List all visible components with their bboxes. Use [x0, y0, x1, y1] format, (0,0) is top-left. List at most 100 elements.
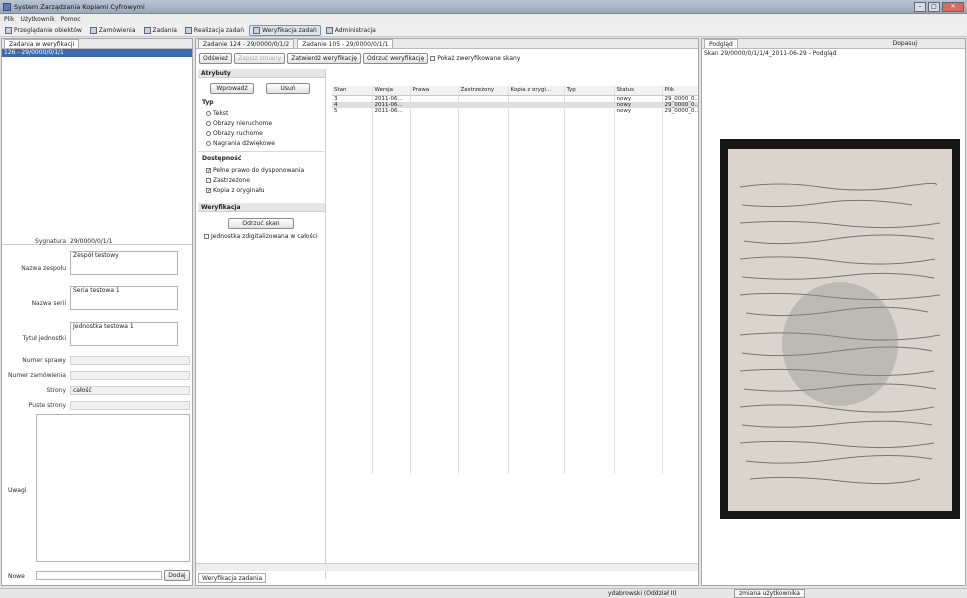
zoom-select[interactable]: Dopasuj	[893, 40, 917, 47]
table-cell	[332, 467, 373, 474]
zapisz-button[interactable]: Zapisz zmiany	[234, 53, 286, 64]
menu-plik[interactable]: Plik	[4, 16, 14, 23]
horizontal-scrollbar[interactable]	[196, 563, 698, 571]
odswiez-button[interactable]: Odśwież	[199, 53, 233, 64]
zastrzezone-checkbox[interactable]: Zastrzeżone	[206, 177, 250, 184]
table-header: Stan Wersja Prawa Zastrzeżony Kopia z or…	[332, 86, 698, 96]
table-cell	[614, 467, 663, 474]
tab-zadanie-105[interactable]: Zadanie 105 - 29/0000/0/1/1	[297, 39, 394, 48]
maximize-button[interactable]: □	[928, 2, 940, 12]
puste-field[interactable]	[70, 401, 190, 410]
zespol-field[interactable]: Zespół testowy	[70, 251, 178, 275]
toolbar-realization-button[interactable]: Realizacja zadań	[182, 25, 247, 36]
table-cell: 29_0000_0...	[662, 101, 698, 108]
dodaj-button[interactable]: Dodaj	[164, 570, 190, 581]
pokaz-checkbox[interactable]: Pokaż zweryfikowane skany	[430, 55, 520, 62]
main-toolbar: Przeglądanie obiektów Zamówienia Zadania…	[0, 24, 967, 37]
scan-preview-image[interactable]	[720, 139, 960, 519]
typ-obrazy-nieruchome-radio[interactable]: Obrazy nieruchome	[206, 120, 272, 127]
action-bar: Odśwież Zapisz zmiany Zatwierdź weryfika…	[199, 53, 520, 64]
tab-weryfikacja-zadania[interactable]: Weryfikacja zadania	[198, 573, 267, 583]
close-button[interactable]: ✕	[942, 2, 964, 12]
jednostka-label: Tytuł jednostki	[22, 335, 66, 342]
window-title: System Zarządzania Kopiami Cyfrowymi	[14, 3, 145, 11]
tab-podglad[interactable]: Podgląd	[704, 39, 738, 48]
right-panel: Podgląd Dopasuj Skan 29/0000/0/1/1/4_201…	[701, 38, 966, 586]
left-tabstrip: Zadania w weryfikacji	[2, 39, 192, 49]
seria-field[interactable]: Seria testowa 1	[70, 286, 178, 310]
checkbox-icon	[430, 56, 436, 61]
table-cell	[372, 467, 411, 474]
nowe-input[interactable]	[36, 571, 162, 580]
col-prawa[interactable]: Prawa	[410, 86, 459, 96]
title-bar: System Zarządzania Kopiami Cyfrowymi – □…	[0, 0, 967, 14]
sprawa-field[interactable]	[70, 356, 190, 365]
jednostka-field[interactable]: Jednostka testowa 1	[70, 322, 178, 346]
toolbar-tasks-button[interactable]: Zadania	[141, 25, 180, 36]
weryfikacja-title: Weryfikacja	[198, 203, 325, 212]
checkbox-icon	[206, 178, 211, 183]
col-plik[interactable]: Plik	[662, 86, 698, 96]
radio-icon	[206, 111, 211, 116]
seria-label: Nazwa serii	[31, 300, 66, 307]
change-user-button[interactable]: zmiana użytkownika	[734, 589, 805, 598]
table-cell	[662, 467, 698, 474]
browse-icon	[5, 26, 12, 34]
toolbar-verification-button[interactable]: Weryfikacja zadań	[249, 24, 321, 36]
kopia-checkbox[interactable]: ✓ Kopia z oryginału	[206, 187, 265, 194]
menu-uzytkownik[interactable]: Użytkownik	[20, 16, 54, 23]
tab-zadania-w-weryfikacji[interactable]: Zadania w weryfikacji	[4, 39, 80, 48]
radio-icon	[206, 131, 211, 136]
uwagi-textarea[interactable]	[36, 414, 190, 562]
zamowienie-field[interactable]	[70, 371, 190, 380]
col-typ[interactable]: Typ	[564, 86, 615, 96]
left-panel: Zadania w weryfikacji 126 - 29/0000/0/1/…	[1, 38, 193, 586]
odrzuc-weryfikacje-button[interactable]: Odrzuć weryfikację	[362, 53, 429, 64]
orders-icon	[89, 26, 97, 34]
table-cell: 29_0000_0...	[662, 95, 698, 102]
table-cell	[508, 467, 565, 474]
menu-pomoc[interactable]: Pomoc	[61, 16, 81, 23]
toolbar-browse-button[interactable]: Przeglądanie obiektów	[2, 25, 85, 36]
tab-zadanie-124[interactable]: Zadanie 124 - 29/0000/0/1/2	[198, 39, 295, 48]
verification-icon	[253, 26, 261, 34]
middle-panel: Zadanie 124 - 29/0000/0/1/2 Zadanie 105 …	[195, 38, 699, 586]
zamowienie-label: Numer zamówienia	[8, 372, 66, 379]
task-list[interactable]	[2, 57, 192, 245]
sprawa-label: Numer sprawy	[22, 357, 66, 364]
right-tabstrip: Podgląd Dopasuj	[702, 39, 965, 49]
toolbar-admin-button[interactable]: Administracja	[323, 25, 379, 36]
minimize-button[interactable]: –	[914, 2, 926, 12]
zatwierdz-button[interactable]: Zatwierdź weryfikację	[287, 53, 361, 64]
checkbox-checked-icon: ✓	[206, 188, 212, 194]
odrzuc-skan-button[interactable]: Odrzuć skan	[228, 218, 294, 229]
col-kopia[interactable]: Kopia z orygi...	[508, 86, 565, 96]
col-status[interactable]: Status	[614, 86, 663, 96]
col-wersja[interactable]: Wersja	[372, 86, 411, 96]
tasks-icon	[143, 26, 151, 34]
typ-nagrania-radio[interactable]: Nagrania dźwiękowe	[206, 140, 275, 147]
nowe-label: Nowe	[8, 573, 25, 580]
attributes-panel: Atrybuty Wprowadź Usuń Typ Tekst Obrazy …	[198, 69, 326, 579]
admin-icon	[325, 26, 333, 34]
strony-field[interactable]: całość	[70, 386, 190, 395]
pelne-prawo-checkbox[interactable]: ✓ Pełne prawo do dysponowania	[206, 167, 304, 174]
table-row[interactable]	[332, 467, 698, 474]
wprowadz-button[interactable]: Wprowadź	[210, 83, 254, 94]
status-user: ydabrowski (Oddział II)	[608, 590, 677, 597]
typ-tekst-radio[interactable]: Tekst	[206, 110, 228, 117]
zespol-label: Nazwa zespołu	[21, 265, 66, 272]
typ-obrazy-ruchome-radio[interactable]: Obrazy ruchome	[206, 130, 263, 137]
col-zastrzezony[interactable]: Zastrzeżony	[458, 86, 509, 96]
task-list-item[interactable]: 126 - 29/0000/0/1/1	[2, 49, 192, 57]
toolbar-orders-button[interactable]: Zamówienia	[87, 25, 139, 36]
checkbox-checked-icon: ✓	[206, 168, 212, 174]
usun-button[interactable]: Usuń	[266, 83, 310, 94]
sygnatura-label: Sygnatura	[35, 238, 66, 245]
uwagi-label: Uwagi	[8, 487, 27, 494]
table-cell	[410, 467, 459, 474]
jednostka-zdigitalizowana-checkbox[interactable]: Jednostka zdigitalizowana w całości	[204, 233, 318, 240]
col-stan[interactable]: Stan	[332, 86, 373, 96]
typ-title: Typ	[202, 99, 214, 106]
table-cell	[564, 467, 615, 474]
